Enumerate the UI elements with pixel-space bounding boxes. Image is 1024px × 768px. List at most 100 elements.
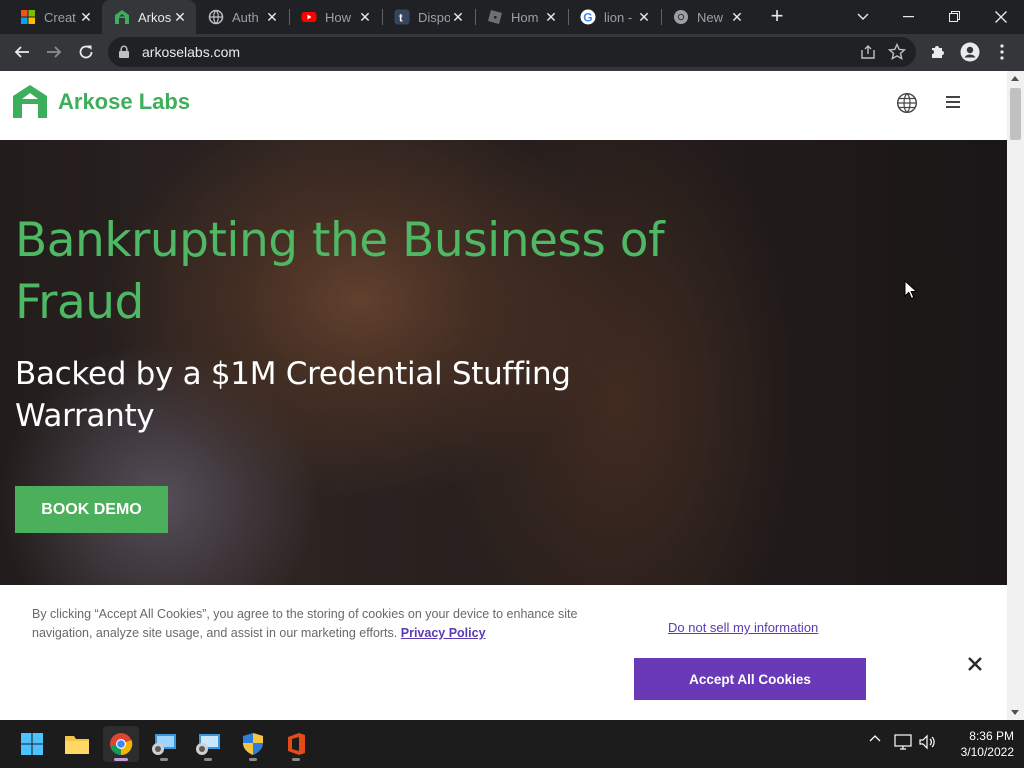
roblox-icon — [487, 9, 503, 25]
hamburger-line — [946, 96, 960, 98]
lock-icon — [119, 45, 129, 58]
tab-title: Hom — [511, 9, 539, 25]
taskbar-remote-desktop-2[interactable] — [190, 726, 226, 762]
privacy-policy-link[interactable]: Privacy Policy — [401, 626, 486, 640]
tab-close-icon[interactable]: ✕ — [543, 9, 559, 25]
tab-close-icon[interactable]: ✕ — [636, 9, 652, 25]
scroll-up-arrow-icon[interactable] — [1011, 76, 1019, 81]
close-window-button[interactable] — [978, 0, 1024, 34]
scrollbar-thumb[interactable] — [1010, 88, 1021, 140]
running-indicator — [249, 758, 257, 761]
hero-section: Bankrupting the Business of Fraud Backed… — [0, 140, 1007, 585]
tab-arkose[interactable]: Arkos ✕ — [102, 0, 196, 34]
mouse-cursor-icon — [904, 280, 918, 300]
language-selector[interactable] — [896, 92, 918, 119]
restore-icon — [949, 11, 960, 22]
hero-subtitle: Backed by a $1M Credential Stuffing Warr… — [15, 356, 571, 434]
show-hidden-icons-button[interactable] — [866, 734, 884, 742]
bookmark-star-icon[interactable] — [888, 43, 906, 61]
browser-menu-button[interactable] — [990, 40, 1014, 64]
chrome-icon — [673, 9, 689, 25]
url-text: arkoselabs.com — [142, 44, 241, 60]
clock-time: 8:36 PM — [969, 729, 1014, 743]
tab-close-icon[interactable]: ✕ — [264, 9, 280, 25]
network-status[interactable] — [893, 734, 913, 750]
reload-icon — [79, 45, 93, 59]
running-indicator — [204, 758, 212, 761]
tab-title: Creat — [44, 9, 76, 25]
do-not-sell-link[interactable]: Do not sell my information — [668, 620, 818, 635]
new-tab-button[interactable]: + — [766, 5, 788, 28]
address-bar[interactable]: arkoselabs.com — [108, 37, 916, 67]
windows-taskbar: 8:36 PM 3/10/2022 — [0, 720, 1024, 768]
running-indicator — [292, 758, 300, 761]
taskbar-remote-desktop[interactable] — [146, 726, 182, 762]
taskbar-file-explorer[interactable] — [59, 726, 95, 762]
cookie-banner: By clicking “Accept All Cookies”, you ag… — [0, 585, 1007, 720]
tab-title: Auth — [232, 9, 259, 25]
tab-youtube[interactable]: How ✕ — [289, 0, 381, 34]
hamburger-line — [946, 106, 960, 108]
puzzle-icon — [932, 46, 944, 58]
tab-close-icon[interactable]: ✕ — [172, 9, 188, 25]
chrome-icon — [110, 733, 133, 756]
tab-strip: Creat ✕ Arkos ✕ Auth ✕ How ✕ t Dispo ✕ H… — [0, 0, 1024, 34]
arkose-logo-icon — [13, 85, 47, 118]
page-scrollbar[interactable] — [1007, 71, 1024, 720]
close-banner-icon[interactable] — [966, 655, 984, 673]
restore-button[interactable] — [932, 0, 978, 34]
start-button[interactable] — [14, 726, 50, 762]
speaker-icon — [919, 734, 935, 750]
minimize-button[interactable] — [886, 0, 932, 34]
tab-tumblr[interactable]: t Dispo ✕ — [382, 0, 474, 34]
tab-new-tab[interactable]: New ✕ — [661, 0, 753, 34]
tab-close-icon[interactable]: ✕ — [357, 9, 373, 25]
tab-title: How — [325, 9, 352, 25]
youtube-icon — [301, 9, 317, 25]
back-button[interactable] — [8, 38, 36, 66]
arkose-logo[interactable]: Arkose Labs — [12, 84, 190, 120]
tab-title: lion - — [604, 9, 633, 25]
book-demo-button[interactable]: BOOK DEMO — [15, 486, 168, 533]
svg-text:G: G — [583, 11, 592, 25]
reload-button[interactable] — [72, 38, 100, 66]
extensions-button[interactable] — [926, 40, 950, 64]
profile-button[interactable] — [958, 40, 982, 64]
share-icon[interactable] — [860, 44, 876, 60]
office-icon — [288, 733, 305, 755]
taskbar-office[interactable] — [278, 726, 314, 762]
active-indicator — [114, 758, 128, 761]
security-shield-icon — [243, 733, 263, 755]
remote-desktop-icon-2 — [196, 734, 220, 755]
tab-title: Arkos — [138, 9, 172, 25]
cookie-message: By clicking “Accept All Cookies”, you ag… — [32, 607, 578, 640]
tab-google-lion[interactable]: G lion - ✕ — [568, 0, 660, 34]
tab-create[interactable]: Creat ✕ — [8, 0, 102, 34]
accept-all-cookies-button[interactable]: Accept All Cookies — [634, 658, 866, 700]
arkose-icon — [114, 9, 130, 25]
hero-title: Bankrupting the Business of Fraud — [15, 213, 665, 330]
chevron-up-icon — [869, 735, 881, 742]
menu-button[interactable] — [944, 96, 964, 112]
more-vert-icon — [1000, 44, 1004, 60]
cookie-text: By clicking “Accept All Cookies”, you ag… — [32, 605, 612, 643]
taskbar-security[interactable] — [235, 726, 271, 762]
taskbar-chrome[interactable] — [103, 726, 139, 762]
globe-icon — [208, 9, 224, 25]
tab-close-icon[interactable]: ✕ — [450, 9, 466, 25]
tab-title: New — [697, 9, 724, 25]
network-icon — [894, 734, 912, 750]
tab-roblox[interactable]: Hom ✕ — [475, 0, 567, 34]
volume-control[interactable] — [918, 734, 938, 750]
system-clock[interactable]: 8:36 PM 3/10/2022 — [944, 728, 1014, 760]
scroll-down-arrow-icon[interactable] — [1011, 710, 1019, 715]
tab-close-icon[interactable]: ✕ — [78, 9, 94, 25]
tab-close-icon[interactable]: ✕ — [729, 9, 745, 25]
browser-toolbar: arkoselabs.com — [0, 34, 1024, 71]
tab-auth[interactable]: Auth ✕ — [196, 0, 288, 34]
clock-date: 3/10/2022 — [960, 745, 1014, 759]
microsoft-icon — [20, 9, 36, 25]
forward-button[interactable] — [40, 38, 68, 66]
tab-search-button[interactable] — [840, 0, 886, 34]
globe-icon — [896, 92, 918, 114]
